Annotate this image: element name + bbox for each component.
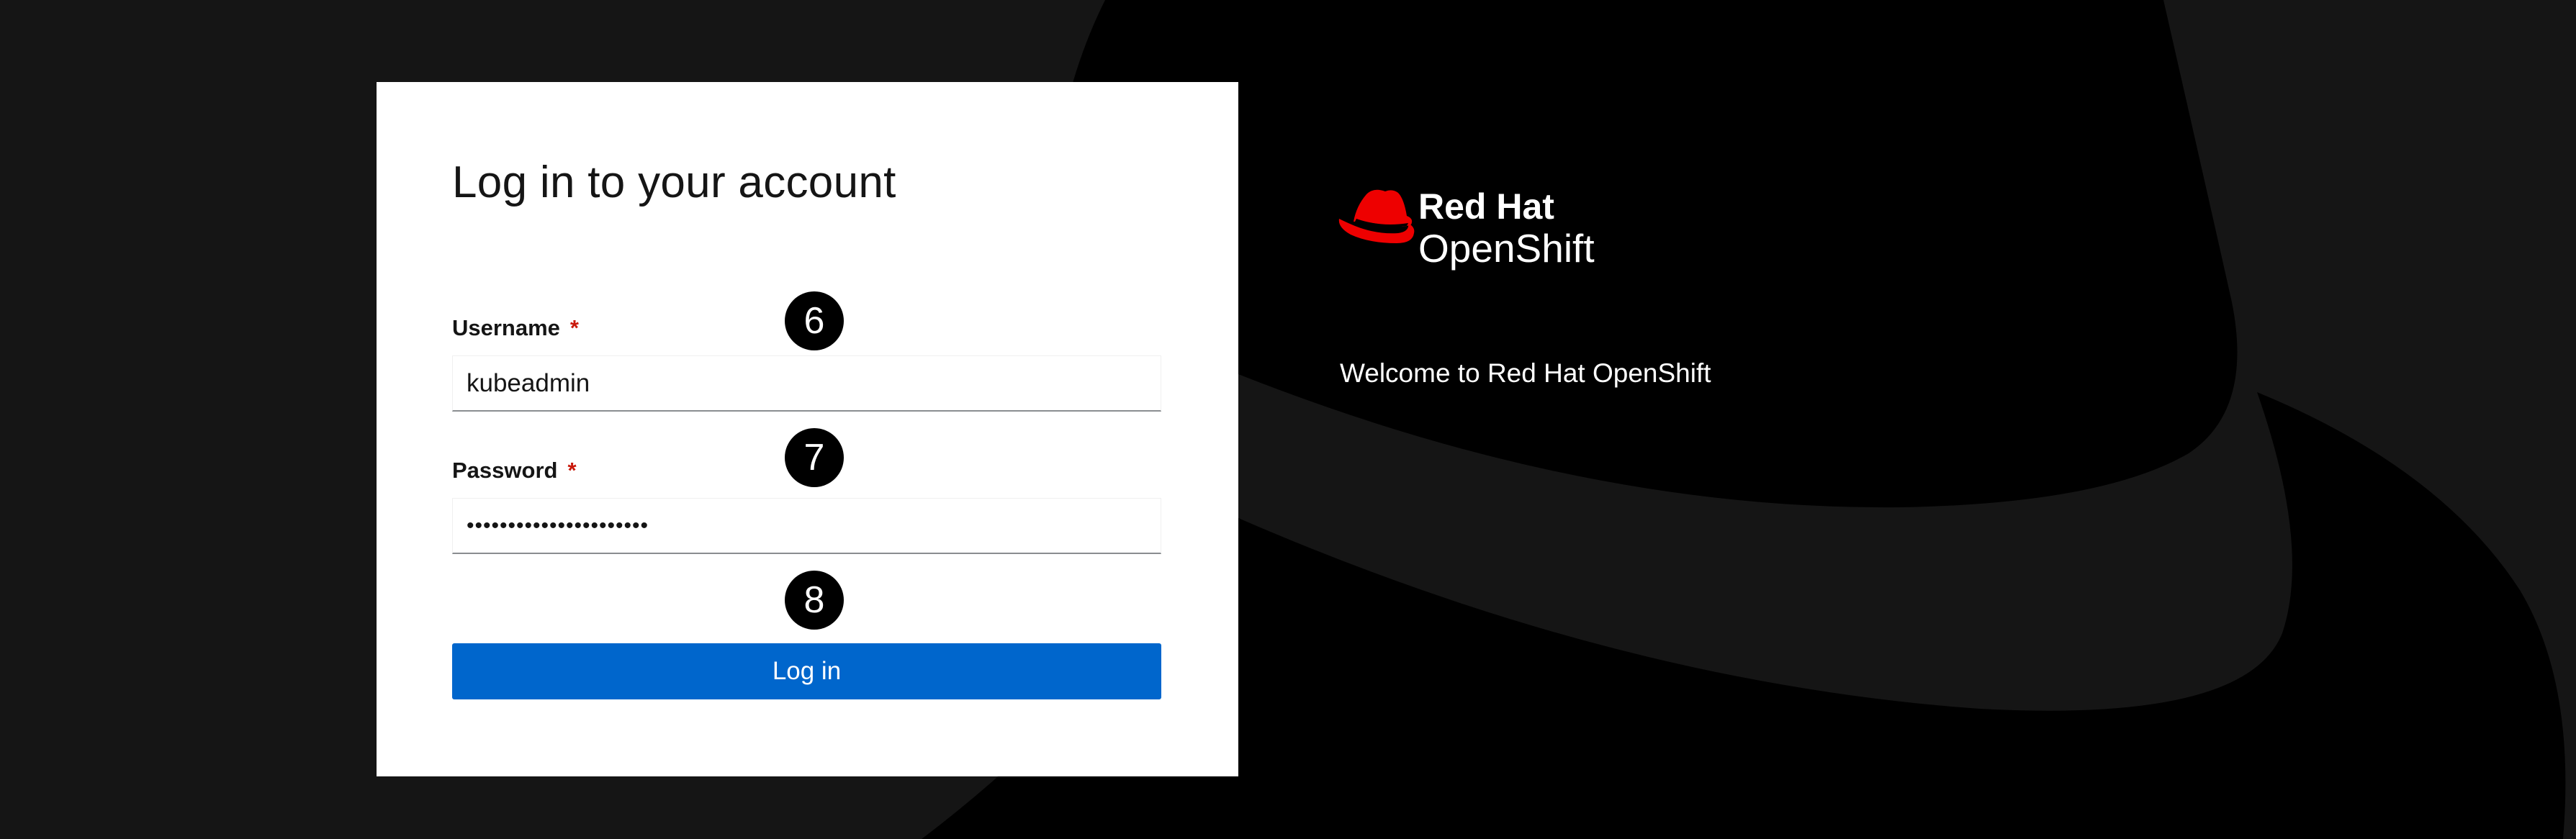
- red-hat-fedora-icon: [1338, 189, 1415, 243]
- step-badge-password: 7: [785, 428, 844, 487]
- step-badge-username: 6: [785, 291, 844, 350]
- password-label: Password *: [452, 458, 577, 484]
- red-hat-openshift-logo: Red Hat OpenShift: [1338, 186, 1595, 271]
- welcome-message: Welcome to Red Hat OpenShift: [1340, 358, 1711, 388]
- login-button[interactable]: Log in: [452, 643, 1161, 699]
- page-title: Log in to your account: [452, 158, 896, 207]
- username-required-marker: *: [569, 315, 579, 340]
- username-label-text: Username: [452, 315, 560, 340]
- username-label: Username *: [452, 315, 579, 341]
- step-badge-submit: 8: [785, 571, 844, 630]
- password-required-marker: *: [567, 458, 577, 483]
- password-input[interactable]: [452, 498, 1161, 554]
- brand-line2: OpenShift: [1418, 226, 1595, 271]
- brand-line1: Red Hat: [1418, 186, 1554, 227]
- password-label-text: Password: [452, 458, 558, 483]
- username-input[interactable]: [452, 355, 1161, 412]
